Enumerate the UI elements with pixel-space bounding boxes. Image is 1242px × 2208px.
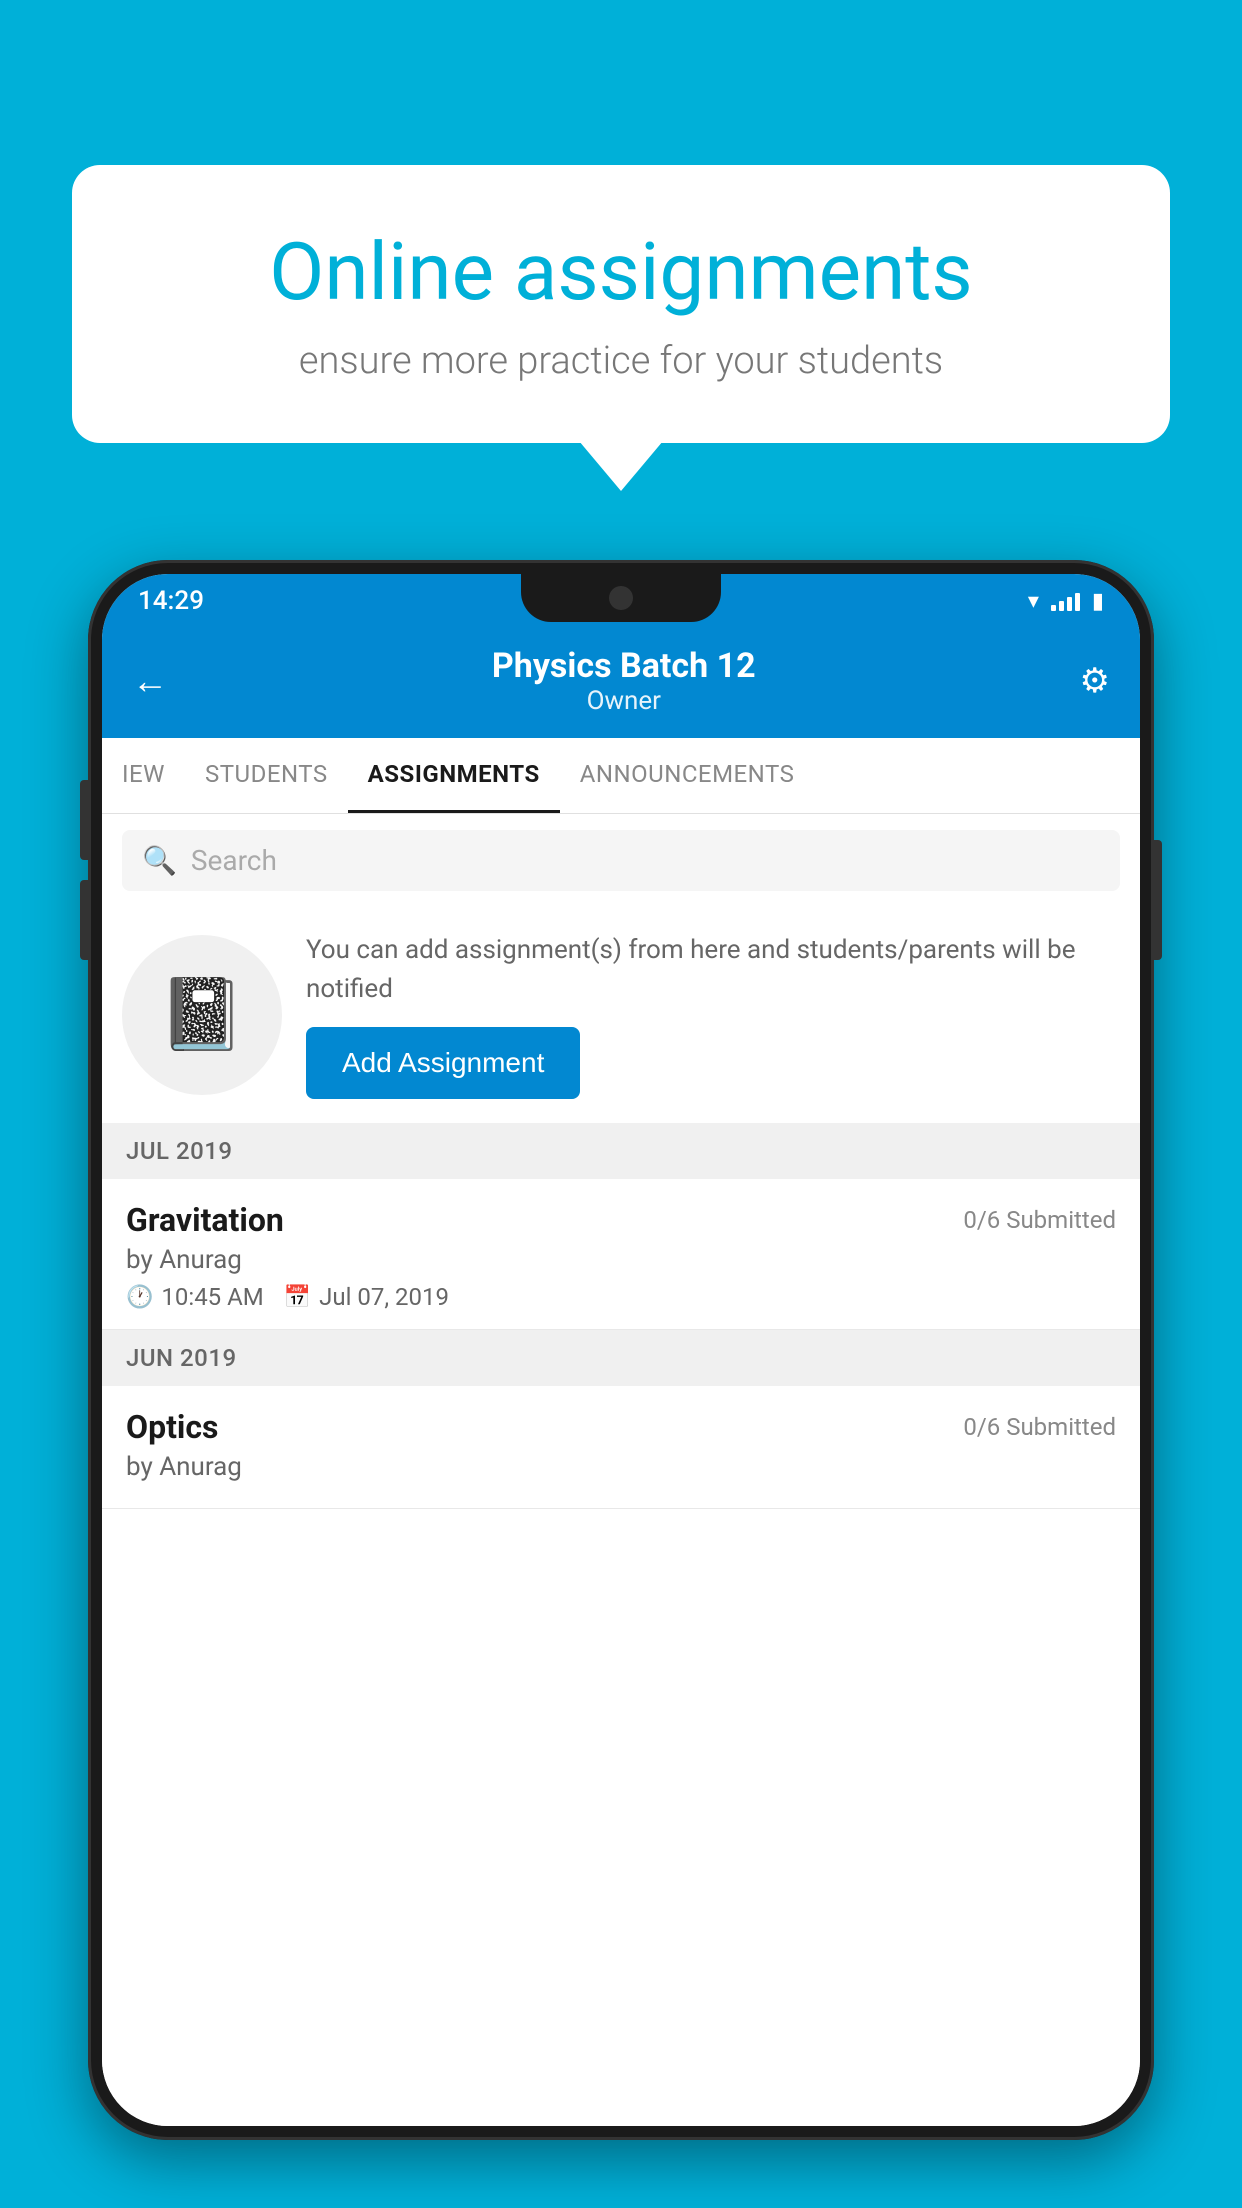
tab-announcements[interactable]: ANNOUNCEMENTS bbox=[560, 738, 815, 813]
assignment-row1-optics: Optics 0/6 Submitted bbox=[126, 1408, 1116, 1446]
status-time: 14:29 bbox=[138, 586, 204, 616]
phone-screen: 14:29 ▾ ▮ ← Physics Batch 12 bbox=[102, 574, 1140, 2126]
speech-bubble-container: Online assignments ensure more practice … bbox=[72, 165, 1170, 443]
status-icons: ▾ ▮ bbox=[1028, 589, 1104, 614]
phone-camera bbox=[609, 586, 633, 610]
bubble-subtitle: ensure more practice for your students bbox=[142, 339, 1100, 383]
header-title: Physics Batch 12 bbox=[168, 646, 1080, 686]
section-header-jul: JUL 2019 bbox=[102, 1123, 1140, 1179]
header-subtitle: Owner bbox=[168, 686, 1080, 716]
add-assignment-promo: 📓 You can add assignment(s) from here an… bbox=[102, 907, 1140, 1123]
phone-vol-up-button bbox=[80, 780, 88, 860]
phone-vol-down-button bbox=[80, 880, 88, 960]
app-header: ← Physics Batch 12 Owner ⚙ bbox=[102, 628, 1140, 738]
wifi-icon: ▾ bbox=[1028, 589, 1039, 614]
assignment-time: 🕐 10:45 AM bbox=[126, 1283, 264, 1311]
assignment-by-gravitation: by Anurag bbox=[126, 1245, 1116, 1275]
assignment-submitted-optics: 0/6 Submitted bbox=[963, 1413, 1116, 1441]
settings-button[interactable]: ⚙ bbox=[1080, 661, 1110, 701]
assignment-row1: Gravitation 0/6 Submitted bbox=[126, 1201, 1116, 1239]
tab-students[interactable]: STUDENTS bbox=[185, 738, 348, 813]
tab-iew[interactable]: IEW bbox=[102, 738, 185, 813]
signal-icon bbox=[1051, 591, 1080, 611]
calendar-icon: 📅 bbox=[284, 1285, 311, 1310]
phone-outer: 14:29 ▾ ▮ ← Physics Batch 12 bbox=[88, 560, 1154, 2140]
search-input-wrap[interactable]: 🔍 Search bbox=[122, 830, 1120, 891]
tabs-bar: IEW STUDENTS ASSIGNMENTS ANNOUNCEMENTS bbox=[102, 738, 1140, 814]
header-title-block: Physics Batch 12 Owner bbox=[168, 646, 1080, 716]
assignment-item-gravitation[interactable]: Gravitation 0/6 Submitted by Anurag 🕐 10… bbox=[102, 1179, 1140, 1330]
assignment-title-optics: Optics bbox=[126, 1408, 218, 1446]
promo-content: You can add assignment(s) from here and … bbox=[306, 931, 1120, 1099]
section-header-jun: JUN 2019 bbox=[102, 1330, 1140, 1386]
search-placeholder: Search bbox=[191, 844, 277, 877]
tab-assignments[interactable]: ASSIGNMENTS bbox=[348, 738, 560, 813]
add-assignment-button[interactable]: Add Assignment bbox=[306, 1027, 580, 1099]
search-bar: 🔍 Search bbox=[102, 814, 1140, 907]
speech-bubble: Online assignments ensure more practice … bbox=[72, 165, 1170, 443]
assignment-by-optics: by Anurag bbox=[126, 1452, 1116, 1482]
notebook-icon: 📓 bbox=[158, 974, 245, 1056]
back-button[interactable]: ← bbox=[132, 660, 168, 702]
promo-icon-circle: 📓 bbox=[122, 935, 282, 1095]
assignment-meta-gravitation: 🕐 10:45 AM 📅 Jul 07, 2019 bbox=[126, 1283, 1116, 1311]
phone-notch bbox=[521, 574, 721, 622]
phone-power-button bbox=[1154, 840, 1162, 960]
search-icon: 🔍 bbox=[142, 844, 177, 877]
assignment-date: 📅 Jul 07, 2019 bbox=[284, 1283, 449, 1311]
bubble-title: Online assignments bbox=[142, 225, 1100, 319]
assignment-submitted-gravitation: 0/6 Submitted bbox=[963, 1206, 1116, 1234]
phone-container: 14:29 ▾ ▮ ← Physics Batch 12 bbox=[88, 560, 1154, 2208]
assignment-item-optics[interactable]: Optics 0/6 Submitted by Anurag bbox=[102, 1386, 1140, 1509]
assignment-title-gravitation: Gravitation bbox=[126, 1201, 284, 1239]
promo-text: You can add assignment(s) from here and … bbox=[306, 931, 1120, 1009]
battery-icon: ▮ bbox=[1092, 589, 1104, 614]
clock-icon: 🕐 bbox=[126, 1285, 153, 1310]
screen-content: 🔍 Search 📓 You can add assignment(s) fro… bbox=[102, 814, 1140, 2126]
